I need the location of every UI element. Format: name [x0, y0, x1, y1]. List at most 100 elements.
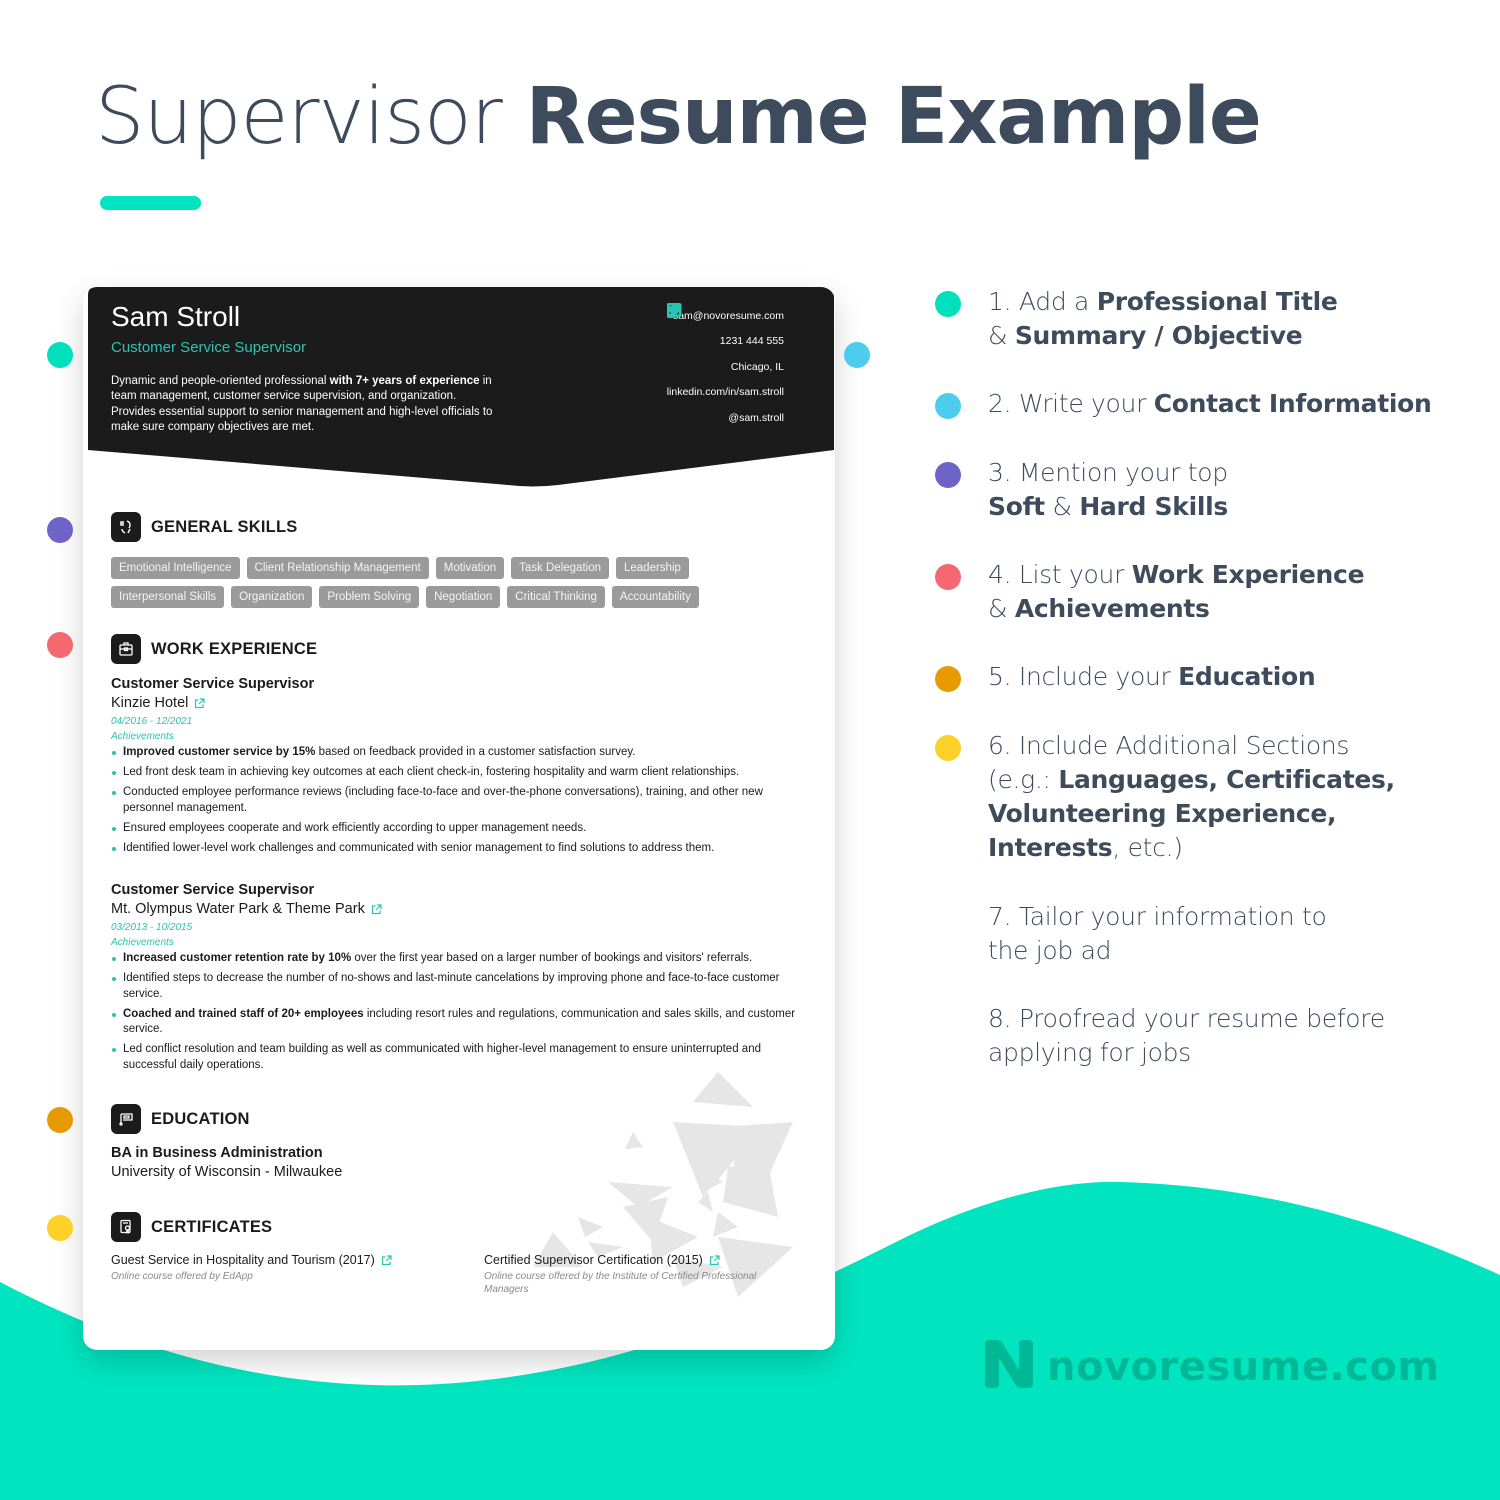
- skill-tag: Critical Thinking: [507, 586, 605, 608]
- brand-name: novoresume.com: [1047, 1343, 1440, 1390]
- skill-tag: Organization: [231, 586, 313, 608]
- annotation-dot-contact: [844, 342, 870, 368]
- tip-text: 2. Write your Contact Information: [988, 387, 1432, 421]
- decorative-triangles: [533, 1072, 793, 1327]
- certificate-title: Guest Service in Hospitality and Tourism…: [111, 1253, 375, 1267]
- page-title: Supervisor Resume Example: [95, 72, 1262, 162]
- section-work-experience: WORK EXPERIENCE: [111, 634, 317, 664]
- contact-value: @sam.stroll: [728, 411, 784, 424]
- brand-logo[interactable]: novoresume.com: [985, 1340, 1440, 1393]
- certificate-name[interactable]: Certified Supervisor Certification (2015…: [484, 1253, 804, 1267]
- tip-highlight: Hard Skills: [1079, 492, 1228, 521]
- tip-bullet-dot: [935, 393, 961, 419]
- tip-line: 2. Write your Contact Information: [988, 387, 1432, 421]
- tip-highlight: Volunteering Experience,: [988, 799, 1337, 828]
- achievements-label: Achievements: [111, 937, 174, 948]
- external-link-icon[interactable]: [371, 903, 382, 915]
- achievement-highlight: Increased customer retention rate by 10%: [123, 952, 352, 964]
- tip-line: (e.g.: Languages, Certificates,: [988, 763, 1395, 797]
- achievement-item: Conducted employee performance reviews (…: [111, 785, 811, 816]
- achievement-highlight: Coached and trained staff of 20+ employe…: [123, 1007, 364, 1020]
- achievement-text: Identified steps to decrease the number …: [123, 972, 780, 1000]
- external-link-icon[interactable]: [381, 1254, 392, 1266]
- contact-linkedin[interactable]: linkedin.com/in/sam.stroll: [666, 303, 812, 406]
- tip-line: Soft & Hard Skills: [988, 490, 1228, 524]
- annotation-dot-work: [47, 632, 73, 658]
- achievement-item: Ensured employees cooperate and work eff…: [111, 821, 811, 837]
- linkedin-icon: [666, 303, 812, 400]
- tip-line: 3. Mention your top: [988, 456, 1228, 490]
- skills-list: Emotional Intelligence Client Relationsh…: [111, 557, 791, 615]
- external-link-icon[interactable]: [709, 1254, 720, 1266]
- tip-text-segment: &: [988, 321, 1015, 350]
- tip-text-segment: 3. Mention your top: [988, 458, 1228, 487]
- section-title: EDUCATION: [151, 1109, 250, 1128]
- skill-tag: Leadership: [615, 557, 689, 579]
- tip-text-segment: the job ad: [988, 936, 1112, 965]
- achievement-text: over the first year based on a larger nu…: [351, 952, 753, 964]
- external-link-icon[interactable]: [194, 697, 205, 709]
- contact-value: linkedin.com/in/sam.stroll: [666, 386, 784, 399]
- tip-highlight: Professional Title: [1096, 287, 1338, 316]
- education-entry: BA in Business Administration University…: [111, 1145, 342, 1180]
- tip-text-segment: 4. List your: [988, 560, 1132, 589]
- page-title-bold: Resume Example: [525, 72, 1262, 162]
- company-name: Mt. Olympus Water Park & Theme Park: [111, 901, 365, 917]
- job-entry: Customer Service Supervisor Kinzie Hotel…: [111, 676, 811, 861]
- skill-tag: Emotional Intelligence: [111, 557, 240, 579]
- certificate-icon: [111, 1212, 141, 1242]
- skill-tag: Negotiation: [426, 586, 501, 608]
- resume-name: Sam Stroll: [111, 301, 241, 332]
- tip-text: 1. Add a Professional Title & Summary / O…: [988, 285, 1338, 353]
- page-title-light: Supervisor: [95, 72, 503, 162]
- certificate-name[interactable]: Guest Service in Hospitality and Tourism…: [111, 1253, 431, 1267]
- tip-text-segment: 6. Include Additional Sections: [988, 731, 1350, 760]
- contact-twitter[interactable]: @sam.stroll: [666, 303, 812, 431]
- tip-text-segment: applying for jobs: [988, 1038, 1191, 1067]
- job-company[interactable]: Mt. Olympus Water Park & Theme Park: [111, 901, 811, 917]
- achievement-item: Improved customer service by 15% based o…: [111, 745, 811, 761]
- job-title: Customer Service Supervisor: [111, 676, 315, 692]
- twitter-icon: [666, 303, 812, 426]
- skill-tag: Task Delegation: [511, 557, 609, 579]
- job-dates: 03/2013 - 10/2015: [111, 922, 193, 933]
- skills-row: Interpersonal Skills Organization Proble…: [111, 586, 791, 608]
- graduation-board-icon: [111, 1104, 141, 1134]
- contact-list: sam@novoresume.com 1231 444 555 Chicago,…: [666, 303, 812, 431]
- tip-text-segment: &: [988, 594, 1015, 623]
- location-pin-icon: [666, 303, 812, 375]
- job-dates: 04/2016 - 12/2021: [111, 716, 193, 727]
- contact-phone[interactable]: 1231 444 555: [666, 303, 812, 355]
- tip-text: 3. Mention your top Soft & Hard Skills: [988, 456, 1228, 524]
- phone-icon: [666, 303, 812, 349]
- skills-icon: [111, 512, 141, 542]
- tip-text-segment: 2. Write your: [988, 389, 1154, 418]
- certificate-title: Certified Supervisor Certification (2015…: [484, 1253, 703, 1267]
- tip-text-segment: , etc.): [1112, 833, 1183, 862]
- achievement-item: Led conflict resolution and team buildin…: [111, 1042, 811, 1073]
- annotation-dot-education: [47, 1107, 73, 1133]
- section-title: CERTIFICATES: [151, 1217, 273, 1236]
- achievement-item: Increased customer retention rate by 10%…: [111, 951, 811, 967]
- tip-text: 7. Tailor your information to the job ad: [988, 900, 1327, 968]
- tip-text: 8. Proofread your resume before applying …: [988, 1002, 1385, 1070]
- tip-bullet-dot: [935, 462, 961, 488]
- tip-highlight: Education: [1178, 662, 1316, 691]
- achievement-text: Identified lower-level work challenges a…: [123, 841, 715, 854]
- tip-line: & Summary / Objective: [988, 319, 1338, 353]
- tip-line: 7. Tailor your information to: [988, 900, 1327, 934]
- tip-highlight: Achievements: [1014, 594, 1210, 623]
- skill-tag: Motivation: [435, 557, 505, 579]
- section-education: EDUCATION: [111, 1104, 250, 1134]
- company-name: Kinzie Hotel: [111, 695, 189, 711]
- certificate-description: Online course offered by EdApp: [111, 1271, 253, 1282]
- contact-email[interactable]: sam@novoresume.com: [666, 303, 812, 329]
- achievement-text: Conducted employee performance reviews (…: [123, 786, 763, 814]
- certificate-entry: Certified Supervisor Certification (2015…: [484, 1253, 804, 1296]
- tip-text-segment: &: [1044, 492, 1080, 521]
- certificate-entry: Guest Service in Hospitality and Tourism…: [111, 1253, 431, 1283]
- skill-tag: Problem Solving: [319, 586, 420, 608]
- job-company[interactable]: Kinzie Hotel: [111, 695, 811, 711]
- achievement-item: Identified lower-level work challenges a…: [111, 841, 811, 857]
- achievement-text: Led conflict resolution and team buildin…: [123, 1043, 761, 1071]
